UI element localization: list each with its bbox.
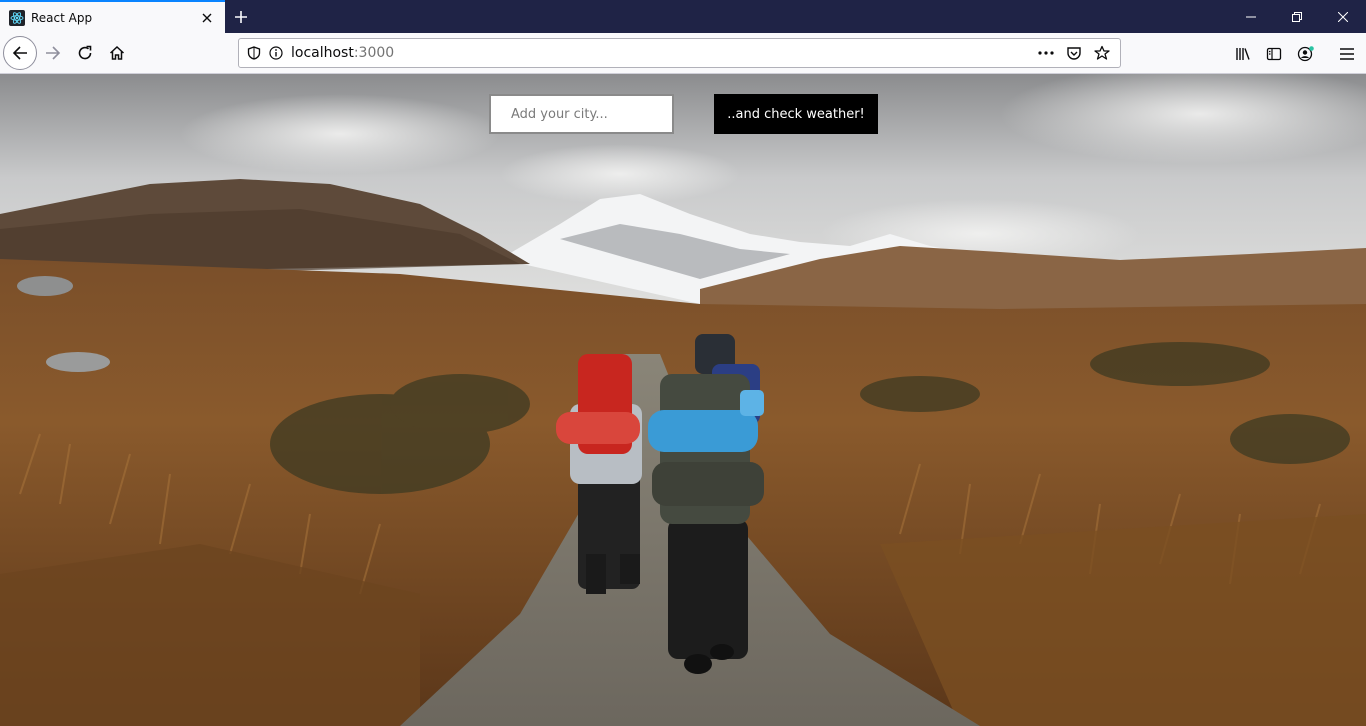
react-icon <box>9 9 25 26</box>
plus-icon[interactable] <box>228 4 254 30</box>
library-icon[interactable] <box>1229 40 1257 68</box>
forward-icon[interactable] <box>37 37 69 69</box>
back-icon[interactable] <box>3 36 37 70</box>
url-text[interactable]: localhost:3000 <box>291 45 1032 61</box>
url-port: :3000 <box>353 45 395 61</box>
minimize-icon[interactable] <box>1228 0 1274 33</box>
url-bar[interactable]: localhost:3000 <box>238 38 1121 68</box>
tab-react-app[interactable]: React App <box>0 0 225 33</box>
tab-title: React App <box>31 10 93 25</box>
bookmark-star-icon[interactable] <box>1088 42 1116 64</box>
account-icon[interactable] <box>1292 40 1320 68</box>
restore-icon[interactable] <box>1274 0 1320 33</box>
check-weather-button[interactable]: ..and check weather! <box>714 94 878 134</box>
page-actions-icon[interactable] <box>1032 42 1060 64</box>
reload-icon[interactable] <box>69 37 101 69</box>
url-host: localhost <box>291 45 354 61</box>
tab-strip: React App <box>0 0 1366 33</box>
close-tab-icon[interactable] <box>195 6 219 30</box>
home-icon[interactable] <box>101 37 133 69</box>
background-landscape-image <box>0 74 1366 726</box>
city-input[interactable] <box>489 94 674 134</box>
navigation-toolbar: localhost:3000 <box>0 33 1366 74</box>
pocket-icon[interactable] <box>1060 42 1088 64</box>
info-icon[interactable] <box>265 42 287 64</box>
menu-icon[interactable] <box>1333 40 1361 68</box>
app-viewport: ..and check weather! <box>0 74 1366 726</box>
tracking-shield-icon[interactable] <box>243 42 265 64</box>
sidebar-icon[interactable] <box>1260 40 1288 68</box>
window-close-icon[interactable] <box>1320 0 1366 33</box>
